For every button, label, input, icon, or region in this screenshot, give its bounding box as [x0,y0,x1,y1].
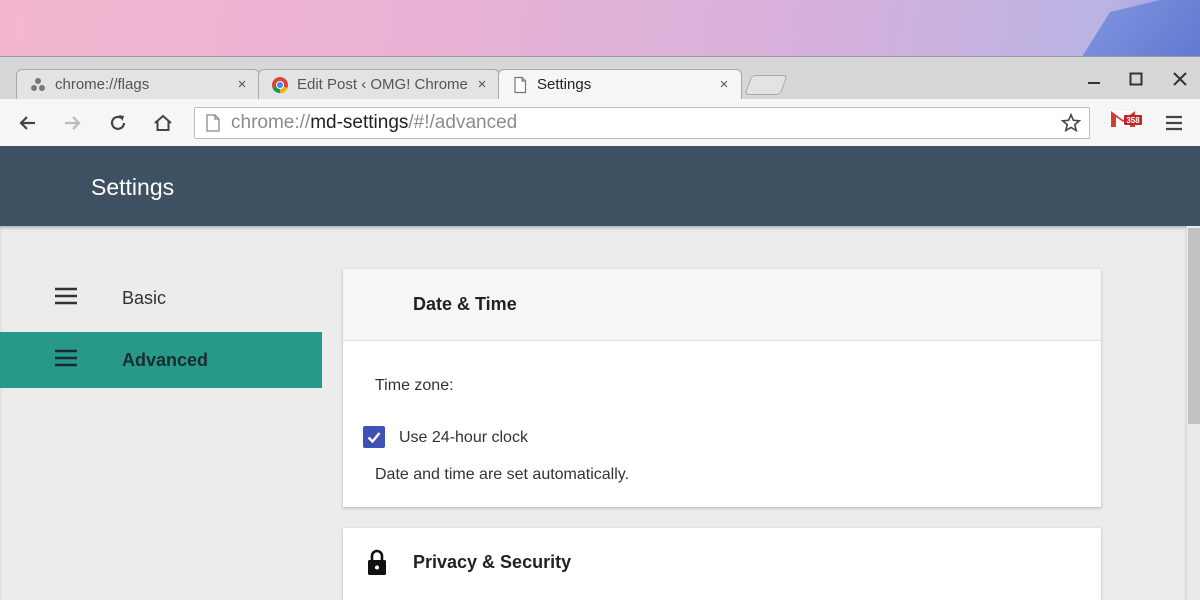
gmail-extension-button[interactable]: 358 [1110,108,1144,138]
automatic-time-text: Date and time are set automatically. [375,466,630,483]
close-tab-icon[interactable]: × [717,76,731,93]
tab-title: Settings [537,76,592,93]
address-bar[interactable]: chrome://md-settings/#!/advanced [194,107,1090,139]
tab-edit-post[interactable]: Edit Post ‹ OMG! Chrome × [258,69,500,99]
page-icon [511,76,529,94]
url-host: md-settings [310,112,409,133]
nav-item-label: Advanced [122,349,209,370]
tab-settings[interactable]: Settings × [498,69,742,99]
home-icon [154,114,172,131]
home-button[interactable] [151,111,175,135]
menu-icon [54,348,78,373]
forward-arrow-icon [65,116,81,130]
checkbox-label[interactable]: Use 24-hour clock [399,429,528,447]
checkmark-icon [367,432,381,444]
back-button[interactable] [16,111,40,135]
minimize-button[interactable] [1081,67,1107,91]
unread-count-badge: 358 [1124,115,1142,125]
close-window-button[interactable] [1167,67,1193,91]
nav-item-advanced[interactable]: Advanced [0,332,322,388]
lock-icon [367,548,387,581]
card-title: Date & Time [413,294,517,314]
nav-item-label: Basic [122,287,167,308]
close-icon [1173,72,1187,86]
page-icon [205,114,221,137]
bookmark-star-icon[interactable] [1060,112,1082,138]
reload-icon [110,115,126,130]
tab-strip: chrome://flags × Edit Post ‹ OMG! Chrome… [0,57,1200,99]
time-zone-label: Time zone: [375,377,454,394]
card-header: Date & Time [343,269,1101,341]
tab-flags[interactable]: chrome://flags × [16,69,260,99]
forward-button[interactable] [60,111,84,135]
date-time-card: Date & Time Time zone: Use 24-hour clock… [343,269,1101,507]
url-text: chrome://md-settings/#!/advanced [231,112,517,134]
hamburger-menu-icon [1166,115,1182,131]
scroll-thumb[interactable] [1188,228,1200,424]
menu-icon [54,286,78,311]
browser-toolbar: chrome://md-settings/#!/advanced 358 [0,99,1200,147]
privacy-security-card[interactable]: Privacy & Security [343,528,1101,600]
scrollbar[interactable] [1186,226,1200,600]
maximize-icon [1129,72,1143,86]
url-path: /#!/advanced [408,112,518,133]
nav-item-basic[interactable]: Basic [0,270,322,326]
url-scheme: chrome:// [231,112,311,133]
back-arrow-icon [19,116,35,130]
settings-content: Basic Advanced Date & Time Time zone: Us… [0,226,1186,600]
close-tab-icon[interactable]: × [475,76,489,93]
tab-title: Edit Post ‹ OMG! Chrome [297,76,468,93]
close-tab-icon[interactable]: × [235,76,249,93]
minimize-icon [1088,82,1100,84]
reload-button[interactable] [106,111,130,135]
chrome-menu-button[interactable] [1162,111,1186,135]
chrome-logo-icon [271,76,289,94]
page-title: Settings [91,174,175,200]
card-title: Privacy & Security [413,552,572,572]
maximize-button[interactable] [1123,67,1149,91]
wallpaper-decoration [1080,0,1200,60]
new-tab-button[interactable] [744,75,788,95]
settings-header: Settings [0,146,1200,226]
use-24-hour-clock-checkbox[interactable] [363,426,385,448]
flask-icon [29,76,47,94]
tab-title: chrome://flags [55,76,150,93]
